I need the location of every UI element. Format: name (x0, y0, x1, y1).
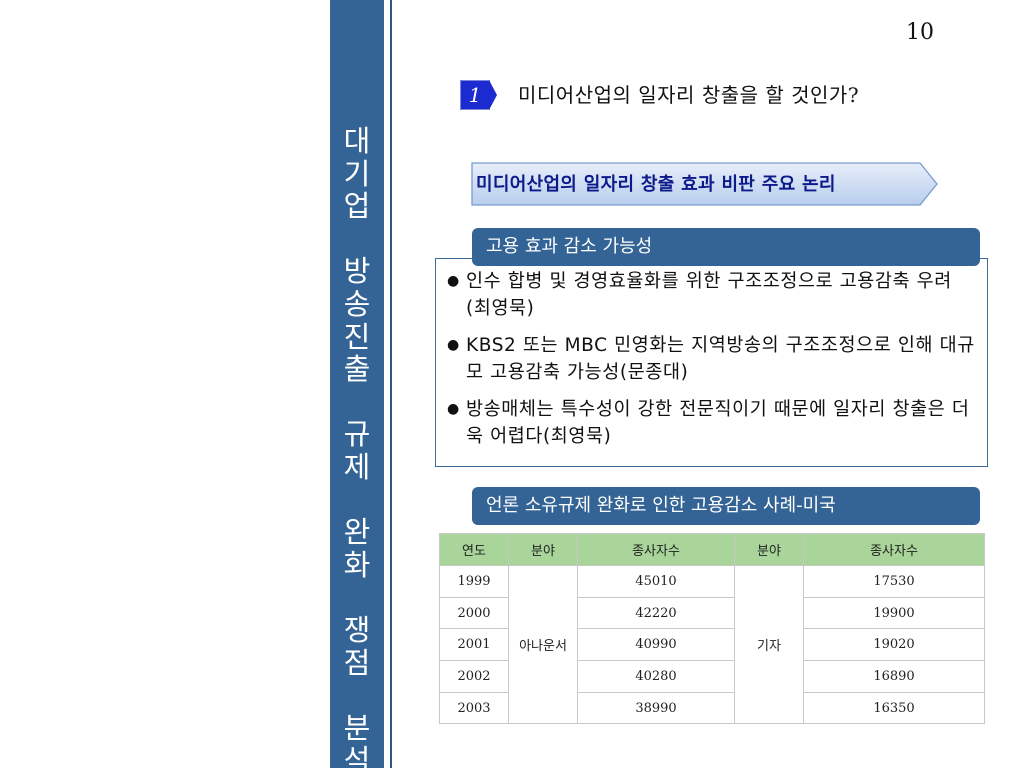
header-count-2: 종사자수 (803, 533, 985, 566)
section-number: 1 (468, 83, 482, 107)
vertical-title-char: 진 (343, 319, 371, 354)
header-year: 연도 (439, 533, 509, 566)
year-cell: 2001 (439, 628, 509, 662)
year-cell: 2002 (439, 660, 509, 693)
year-cell: 2003 (439, 691, 509, 725)
count-cell: 45010 (577, 565, 735, 598)
header-count-1: 종사자수 (577, 533, 735, 566)
vertical-title-char: 점 (343, 645, 371, 680)
arrow-callout-label: 미디어산업의 일자리 창출 효과 비판 주요 논리 (476, 174, 836, 195)
bullet-list: ● 인수 합병 및 경영효율화를 위한 구조조정으로 고용감축 우려(최영묵) ● K… (447, 268, 977, 460)
bullet-item: ● 인수 합병 및 경영효율화를 위한 구조조정으로 고용감축 우려(최영묵) (447, 268, 977, 322)
count-cell: 42220 (577, 596, 735, 630)
bullet-dot-icon: ● (447, 337, 460, 353)
vertical-title: 대기업방송진출규제완화쟁점분석 (330, 125, 384, 777)
count-cell: 19900 (803, 596, 985, 630)
vertical-title-char: 화 (343, 547, 371, 582)
count-cell: 17530 (803, 565, 985, 598)
year-cell: 1999 (439, 565, 509, 598)
box-header-employment: 고용 효과 감소 가능성 (472, 228, 980, 266)
year-cell: 2000 (439, 596, 509, 630)
bullet-item: ● 방송매체는 특수성이 강한 전문직이기 때문에 일자리 창출은 더욱 어렵다(… (447, 396, 977, 450)
count-cell: 38990 (577, 691, 735, 725)
box-header-us-case: 언론 소유규제 완화로 인한 고용감소 사례-미국 (472, 487, 980, 525)
vertical-title-char: 업 (343, 189, 371, 224)
bullet-dot-icon: ● (447, 401, 460, 417)
count-cell: 19020 (803, 628, 985, 662)
table-row: 1999 아나운서 45010 기자 17530 (439, 564, 985, 725)
vertical-title-char: 제 (343, 449, 371, 484)
field-cell-reporter: 기자 (734, 564, 804, 725)
header-field-2: 분야 (734, 533, 804, 566)
vertical-title-char: 완 (343, 515, 371, 550)
table-header-row: 연도 분야 종사자수 분야 종사자수 (439, 533, 985, 566)
header-field-1: 분야 (508, 533, 578, 566)
count-cell: 40990 (577, 628, 735, 662)
count-cell: 16350 (803, 691, 985, 725)
section-number-badge: 1 (460, 80, 498, 110)
section-heading: 미디어산업의 일자리 창출을 할 것인가? (518, 83, 860, 107)
vertical-title-char: 출 (343, 352, 371, 387)
sidebar-divider (390, 0, 392, 768)
vertical-title-char: 석 (343, 743, 371, 777)
vertical-title-char: 송 (343, 286, 371, 321)
vertical-title-char: 쟁 (343, 612, 371, 647)
bullet-text: 방송매체는 특수성이 강한 전문직이기 때문에 일자리 창출은 더욱 어렵다(최… (466, 399, 970, 447)
vertical-title-char: 방 (343, 254, 371, 289)
bullet-text: KBS2 또는 MBC 민영화는 지역방송의 구조조정으로 인해 대규모 고용감… (466, 335, 975, 383)
count-cell: 40280 (577, 660, 735, 693)
bullet-item: ● KBS2 또는 MBC 민영화는 지역방송의 구조조정으로 인해 대규모 고용… (447, 332, 977, 386)
bullet-text: 인수 합병 및 경영효율화를 위한 구조조정으로 고용감축 우려(최영묵) (466, 271, 952, 319)
vertical-title-char: 분 (343, 710, 371, 745)
employment-table: 연도 분야 종사자수 분야 종사자수 1999 아나운서 45010 기자 17… (439, 533, 985, 725)
vertical-title-char: 규 (343, 417, 371, 452)
vertical-title-char: 기 (343, 156, 371, 191)
count-cell: 16890 (803, 660, 985, 693)
page-number: 10 (906, 20, 934, 45)
field-cell-announcer: 아나운서 (508, 564, 578, 725)
vertical-title-char: 대 (343, 124, 371, 158)
bullet-dot-icon: ● (447, 273, 460, 289)
